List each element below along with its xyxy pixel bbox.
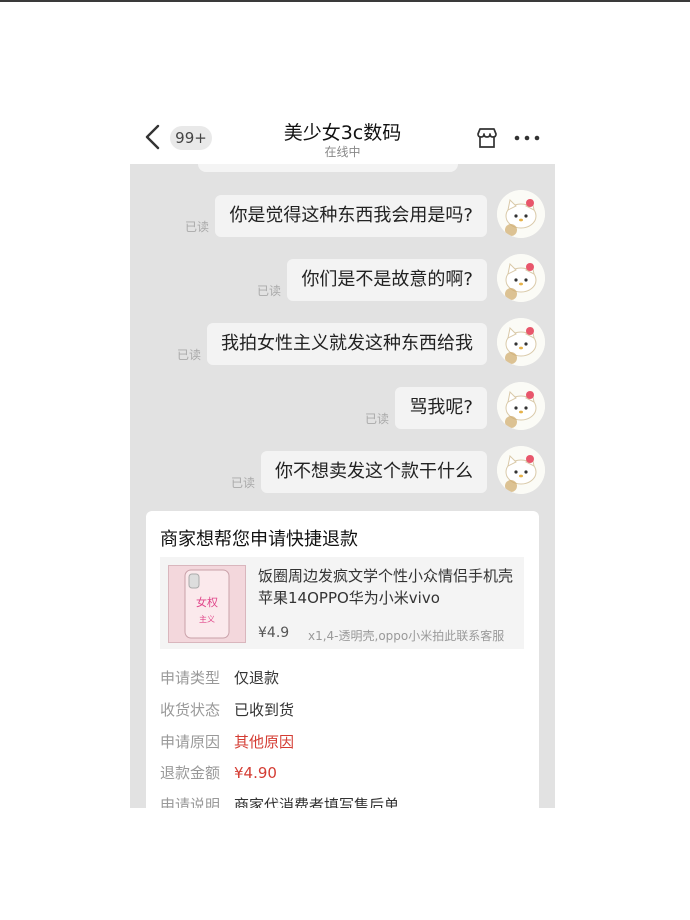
previous-message-edge: [198, 164, 458, 172]
message-bubble[interactable]: 你是觉得这种东西我会用是吗?: [215, 195, 487, 237]
detail-row-reason: 申请原因 其他原因: [160, 731, 294, 752]
detail-row-type: 申请类型 仅退款: [160, 667, 279, 688]
kitty-avatar-icon: [497, 446, 545, 494]
detail-value: ¥4.90: [234, 764, 277, 782]
chat-area[interactable]: 已读 你是觉得这种东西我会用是吗? 已读 你们是不是故意的啊? 已读 我拍女性主…: [130, 164, 555, 808]
detail-row-amount: 退款金额 ¥4.90: [160, 762, 277, 783]
detail-label: 申请类型: [160, 669, 221, 687]
product-summary[interactable]: 女权 主义 饭圈周边发疯文学个性小众情侣手机壳苹果14OPPO华为小米vivo …: [160, 557, 524, 649]
message-bubble[interactable]: 骂我呢?: [395, 387, 487, 429]
detail-label: 申请原因: [160, 733, 221, 751]
message-bubble[interactable]: 你们是不是故意的啊?: [287, 259, 487, 301]
detail-label: 收货状态: [160, 701, 221, 719]
detail-value: 仅退款: [234, 669, 280, 687]
detail-value: 其他原因: [234, 733, 295, 751]
chat-header: 99+ 美少女3c数码 在线中: [130, 110, 555, 164]
thumb-text-2: 主义: [199, 614, 215, 624]
message-row: 已读 你们是不是故意的啊?: [130, 252, 555, 308]
message-row: 已读 你是觉得这种东西我会用是吗?: [130, 188, 555, 244]
product-thumbnail: 女权 主义: [168, 565, 246, 643]
phone-case-image: 女权 主义: [184, 569, 230, 639]
read-receipt: 已读: [185, 220, 210, 234]
avatar[interactable]: [497, 254, 545, 302]
product-name: 饭圈周边发疯文学个性小众情侣手机壳苹果14OPPO华为小米vivo: [258, 567, 514, 607]
avatar[interactable]: [497, 382, 545, 430]
product-sku: x1,4-透明壳,oppo小米拍此联系客服: [308, 629, 505, 643]
refund-card-title: 商家想帮您申请快捷退款: [160, 529, 358, 550]
avatar[interactable]: [497, 318, 545, 366]
detail-row-description: 申请说明 商家代消费者填写售后单: [160, 794, 399, 808]
detail-value: 已收到货: [234, 701, 295, 719]
window-top-border: [0, 0, 690, 2]
more-icon[interactable]: [512, 126, 542, 150]
message-bubble[interactable]: 你不想卖发这个款干什么: [261, 451, 487, 493]
detail-label: 申请说明: [160, 796, 221, 808]
refund-request-card[interactable]: 商家想帮您申请快捷退款 女权 主义 饭圈周边发疯文学个性小众情侣手机壳苹果14O…: [146, 511, 539, 808]
thumb-text-1: 女权: [196, 595, 218, 609]
kitty-avatar-icon: [497, 190, 545, 238]
read-receipt: 已读: [177, 348, 202, 362]
avatar[interactable]: [497, 190, 545, 238]
message-row: 已读 你不想卖发这个款干什么: [130, 444, 555, 500]
read-receipt: 已读: [365, 412, 390, 426]
store-icon[interactable]: [475, 126, 499, 150]
kitty-avatar-icon: [497, 318, 545, 366]
kitty-avatar-icon: [497, 382, 545, 430]
avatar[interactable]: [497, 446, 545, 494]
product-price: ¥4.9: [258, 625, 290, 641]
message-row: 已读 我拍女性主义就发这种东西给我: [130, 316, 555, 372]
read-receipt: 已读: [231, 476, 256, 490]
message-bubble[interactable]: 我拍女性主义就发这种东西给我: [207, 323, 487, 365]
kitty-avatar-icon: [497, 254, 545, 302]
message-row: 已读 骂我呢?: [130, 380, 555, 436]
detail-label: 退款金额: [160, 764, 221, 782]
detail-row-receipt-status: 收货状态 已收到货: [160, 699, 294, 720]
detail-value: 商家代消费者填写售后单: [234, 796, 400, 808]
read-receipt: 已读: [257, 284, 282, 298]
